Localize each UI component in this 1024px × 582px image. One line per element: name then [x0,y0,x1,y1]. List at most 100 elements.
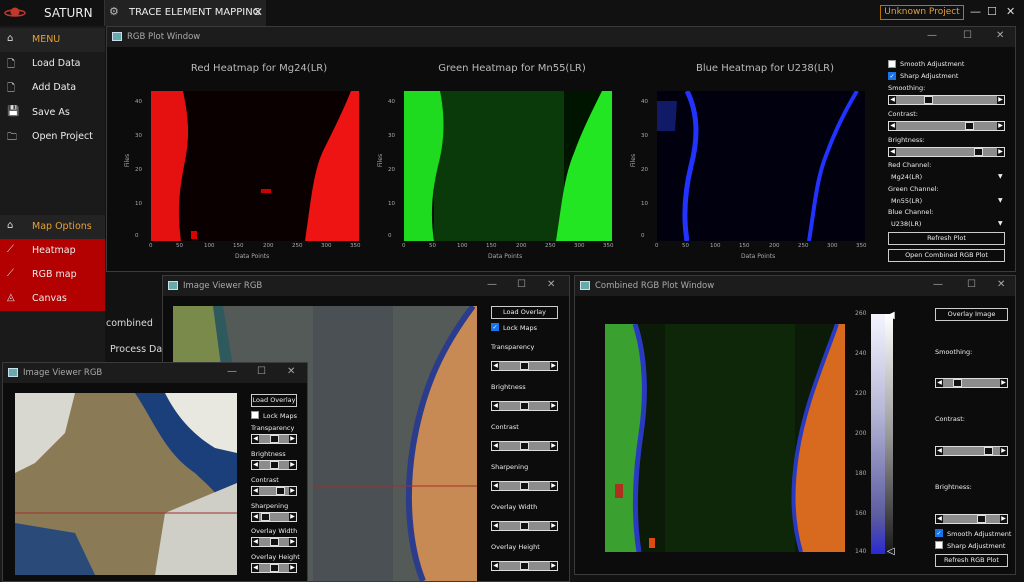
blue-channel-select[interactable]: U238(LR) [891,220,921,228]
overlay-height-slider[interactable]: ◀ ▶ [251,563,297,573]
maximize-icon[interactable]: ☐ [963,30,972,41]
green-channel-select[interactable]: Mn55(LR) [891,197,922,205]
green-channel-label: Green Channel: [888,185,939,193]
refresh-plot-button[interactable]: Refresh Plot [888,232,1005,245]
contrast-slider[interactable]: ◀ ▶ [491,441,558,451]
sidebar-menu[interactable]: ⌂ MENU [0,28,105,52]
transparency-slider[interactable]: ◀ ▶ [491,361,558,371]
brightness-label: Brightness: [888,136,925,144]
brightness-slider[interactable]: ◀ ▶ [888,147,1005,157]
y-tick: 30 [641,133,648,139]
lock-maps-checkbox[interactable]: ✓ [491,323,499,331]
close-icon[interactable]: ✕ [547,279,555,290]
x-tick: 250 [292,243,303,249]
combined-rgb-plot-window: Combined RGB Plot Window — ☐ ✕ ◀ ◁ 260 2… [574,275,1016,575]
overlay-width-slider[interactable]: ◀ ▶ [251,537,297,547]
overlay-image-button[interactable]: Overlay Image [935,308,1008,321]
minimize-icon[interactable]: — [970,5,981,18]
sharp-adjustment-label: Sharp Adjustment [900,72,959,80]
x-tick: 250 [798,243,809,249]
x-tick: 300 [827,243,838,249]
transparency-label: Transparency [251,424,295,432]
x-tick: 150 [739,243,750,249]
project-badge[interactable]: Unknown Project [880,5,964,20]
sidebar-item-add-data[interactable]: 🗋 Add Data [0,76,105,100]
contrast-slider[interactable]: ◀ ▶ [251,486,297,496]
smooth-adjustment-checkbox[interactable]: ✓ [935,529,943,537]
maximize-icon[interactable]: ☐ [257,366,266,377]
sidebar-item-label: Heatmap [32,245,76,256]
satellite-image-canvas[interactable] [15,393,237,575]
title-bar: SATURN ⚙ TRACE ELEMENT MAPPING ✕ Unknown… [0,0,1024,26]
maximize-icon[interactable]: ☐ [517,279,526,290]
colorbar-max-handle[interactable]: ◀ [887,310,895,321]
y-tick: 20 [388,167,395,173]
tab-trace-element-mapping[interactable]: ⚙ TRACE ELEMENT MAPPING ✕ [104,0,266,26]
transparency-slider[interactable]: ◀ ▶ [251,434,297,444]
y-axis-label: Files [124,153,132,168]
red-channel-select[interactable]: Mg24(LR) [891,173,922,181]
sidebar-item-save-as[interactable]: 💾 Save As [0,101,105,125]
save-icon: 💾 [7,106,20,117]
minimize-icon[interactable]: — [487,279,497,290]
y-tick: 0 [388,233,392,239]
brightness-slider[interactable]: ◀ ▶ [251,460,297,470]
close-icon[interactable]: ✕ [996,30,1004,41]
y-tick: 20 [641,167,648,173]
brightness-slider[interactable]: ◀ ▶ [491,401,558,411]
gear-icon: ⚙ [109,5,119,18]
sidebar-item-open-project[interactable]: 🗀 Open Project [0,125,105,149]
load-overlay-button[interactable]: Load Overlay [491,306,558,319]
sidebar-map-options-label: Map Options [32,221,92,232]
y-tick: 40 [388,99,395,105]
sidebar-item-canvas[interactable]: ◬ Canvas [0,287,105,311]
close-icon[interactable]: ✕ [997,279,1005,290]
smoothing-slider[interactable]: ◀ ▶ [888,95,1005,105]
tab-label: TRACE ELEMENT MAPPING [129,7,261,18]
brightness-label: Brightness: [935,483,972,491]
minimize-icon[interactable]: — [933,279,943,290]
colorbar-tick: 260 [855,310,867,317]
home-icon: ⌂ [7,220,14,231]
x-tick: 200 [516,243,527,249]
overlay-height-slider[interactable]: ◀ ▶ [491,561,558,571]
sharp-adjustment-checkbox[interactable]: ✓ [888,72,896,80]
lock-maps-checkbox[interactable] [251,411,259,419]
close-icon[interactable]: ✕ [287,366,295,377]
sidebar-item-heatmap[interactable]: ⟋ Heatmap [0,239,105,263]
combined-rgb-image [605,324,845,552]
sharp-adjustment-checkbox[interactable] [935,541,943,549]
sharpening-slider[interactable]: ◀ ▶ [491,481,558,491]
x-tick: 200 [263,243,274,249]
colorbar-min-handle[interactable]: ◁ [887,546,895,557]
chevron-down-icon[interactable]: ▼ [998,197,1003,204]
close-tab-icon[interactable]: ✕ [253,5,263,19]
sidebar-item-load-data[interactable]: 🗋 Load Data [0,52,105,76]
close-icon[interactable]: ✕ [1006,5,1015,18]
contrast-slider[interactable]: ◀ ▶ [888,121,1005,131]
chevron-down-icon[interactable]: ▼ [998,220,1003,227]
window-app-icon [580,281,590,290]
maximize-icon[interactable]: ☐ [987,5,997,18]
x-ticks: 0 50 100 150 200 250 300 350 [149,243,365,251]
contrast-slider[interactable]: ◀ ▶ [935,446,1008,456]
window-title: Combined RGB Plot Window [595,281,715,291]
brightness-slider[interactable]: ◀ ▶ [935,514,1008,524]
x-axis-label: Data Points [235,253,270,260]
maximize-icon[interactable]: ☐ [967,279,976,290]
peek-combined[interactable]: combined [106,318,153,329]
colorbar-tick: 140 [855,548,867,555]
smoothing-slider[interactable]: ◀ ▶ [935,378,1008,388]
chevron-down-icon[interactable]: ▼ [998,173,1003,180]
open-combined-rgb-plot-button[interactable]: Open Combined RGB Plot [888,249,1005,262]
sharpening-slider[interactable]: ◀ ▶ [251,512,297,522]
sidebar-map-options[interactable]: ⌂ Map Options [0,215,105,239]
refresh-rgb-plot-button[interactable]: Refresh RGB Plot [935,554,1008,567]
load-overlay-button[interactable]: Load Overlay [251,394,297,407]
minimize-icon[interactable]: — [227,366,237,377]
minimize-icon[interactable]: — [927,30,937,41]
y-tick: 10 [135,201,142,207]
sidebar-item-rgb-map[interactable]: ⟋ RGB map [0,263,105,287]
smooth-adjustment-checkbox[interactable] [888,60,896,68]
overlay-width-slider[interactable]: ◀ ▶ [491,521,558,531]
